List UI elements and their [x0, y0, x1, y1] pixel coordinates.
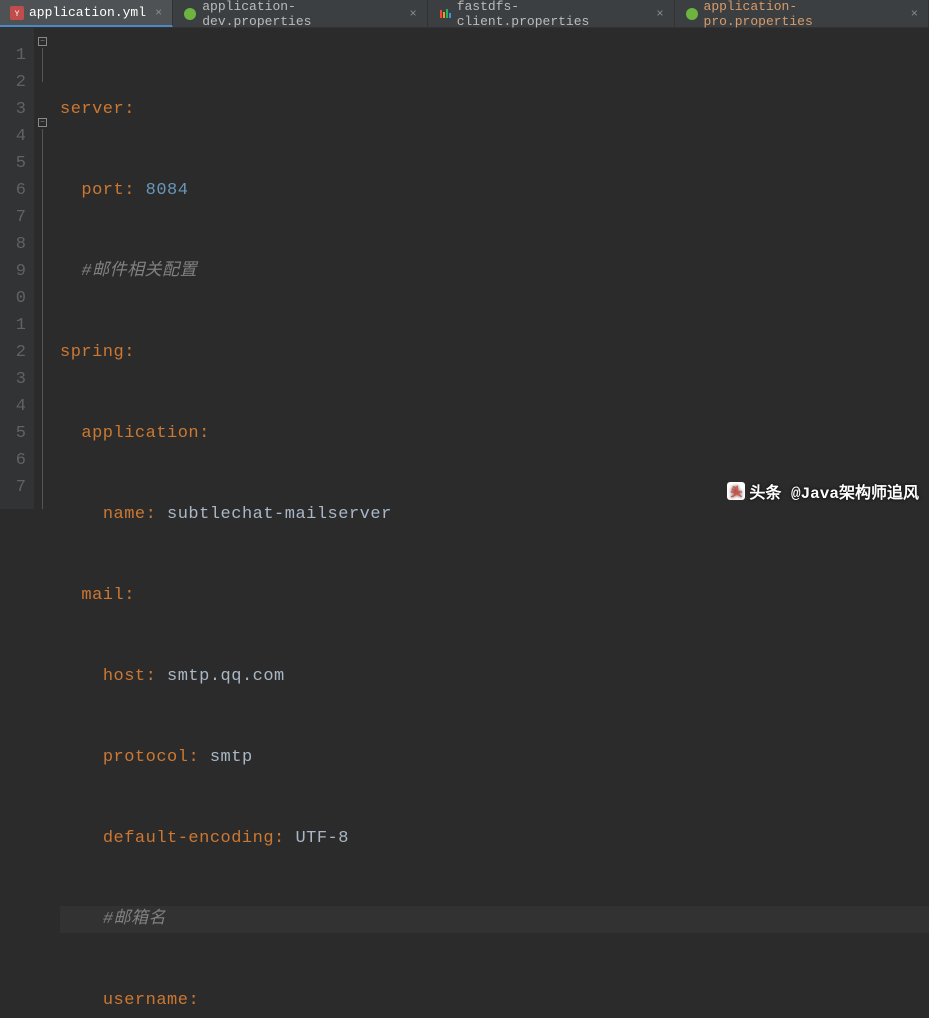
line-gutter: 1 2 3 4 5 6 7 8 9 0 1 2 3 4 5 6 7	[0, 28, 34, 509]
tab-application-pro[interactable]: application-pro.properties ×	[675, 0, 929, 27]
editor-tabs: Y application.yml × application-dev.prop…	[0, 0, 929, 28]
close-icon[interactable]: ×	[155, 6, 162, 20]
spring-icon	[183, 7, 197, 21]
code-line-active: #邮箱名	[60, 906, 929, 933]
watermark: 头 头条 @Java架构师追风	[727, 479, 919, 503]
spring-icon	[685, 7, 699, 21]
code-line: username:	[60, 987, 929, 1014]
tab-label: application-pro.properties	[704, 0, 902, 29]
code-line: #邮件相关配置	[60, 258, 929, 285]
code-line: mail:	[60, 582, 929, 609]
code-editor[interactable]: 1 2 3 4 5 6 7 8 9 0 1 2 3 4 5 6 7 − − se…	[0, 28, 929, 509]
svg-text:Y: Y	[15, 10, 20, 19]
code-line: server:	[60, 96, 929, 123]
close-icon[interactable]: ×	[911, 7, 918, 21]
fold-column: − −	[34, 28, 52, 509]
fold-icon[interactable]: −	[38, 37, 47, 46]
properties-icon	[438, 7, 452, 21]
yaml-icon: Y	[10, 6, 24, 20]
tab-fastdfs-client[interactable]: fastdfs-client.properties ×	[428, 0, 675, 27]
toutiao-icon: 头	[727, 482, 745, 500]
tab-application-yml[interactable]: Y application.yml ×	[0, 0, 173, 27]
code-line: spring:	[60, 339, 929, 366]
code-line: default-encoding: UTF-8	[60, 825, 929, 852]
code-line: host: smtp.qq.com	[60, 663, 929, 690]
code-line: name: subtlechat-mailserver	[60, 501, 929, 528]
close-icon[interactable]: ×	[410, 7, 417, 21]
tab-label: application-dev.properties	[202, 0, 400, 29]
fold-icon[interactable]: −	[38, 118, 47, 127]
tab-label: application.yml	[29, 5, 146, 20]
code-area[interactable]: server: port: 8084 #邮件相关配置 spring: appli…	[52, 28, 929, 509]
code-line: protocol: smtp	[60, 744, 929, 771]
code-line: application:	[60, 420, 929, 447]
tab-application-dev[interactable]: application-dev.properties ×	[173, 0, 427, 27]
close-icon[interactable]: ×	[656, 7, 663, 21]
code-line: port: 8084	[60, 177, 929, 204]
tab-label: fastdfs-client.properties	[457, 0, 648, 29]
